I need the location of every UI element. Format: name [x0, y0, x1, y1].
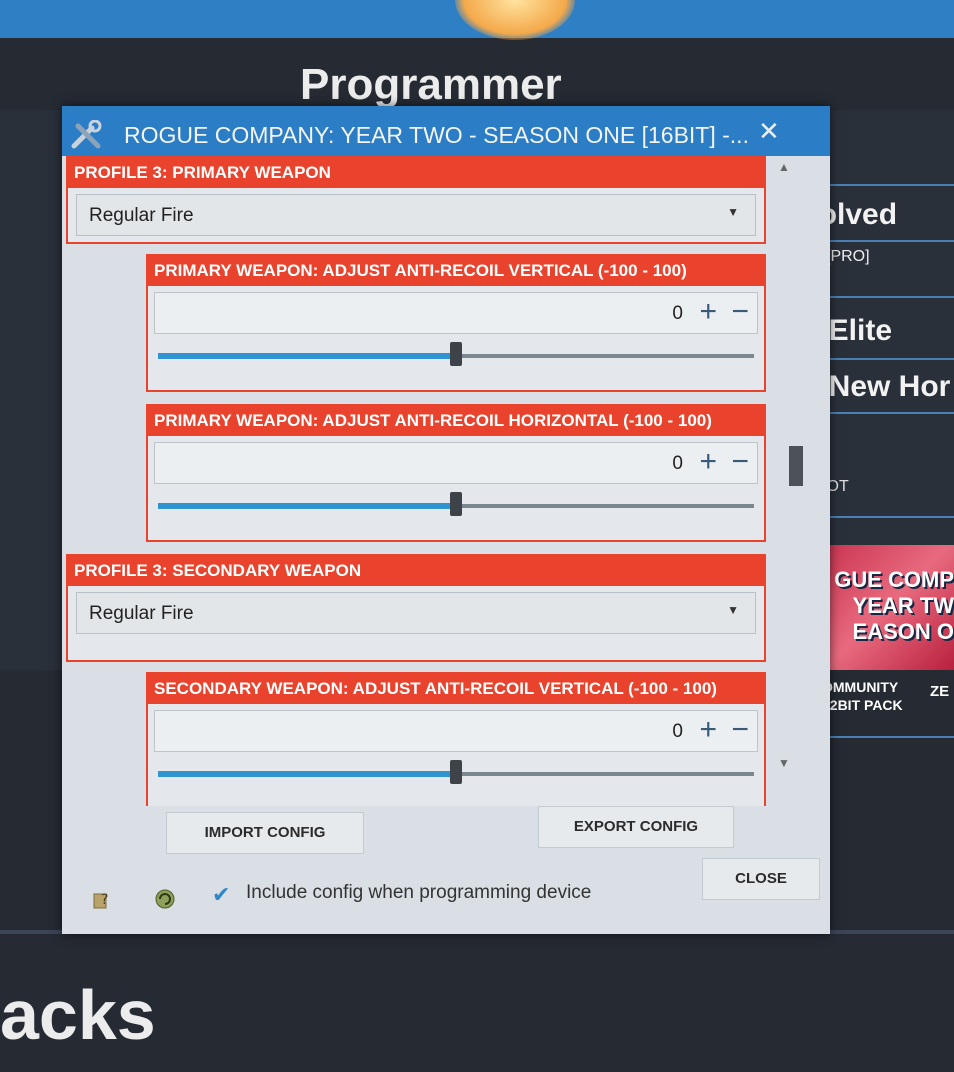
secondary-fire-mode-dropdown[interactable]: Regular Fire ▼ — [76, 592, 756, 634]
game-art-thumbnail[interactable]: GUE COMP YEAR TW EASON O — [818, 545, 954, 670]
secondary-section-heading: PROFILE 3: SECONDARY WEAPON — [68, 556, 764, 586]
primary-section-heading: PROFILE 3: PRIMARY WEAPON — [68, 158, 764, 188]
background-app-title: Programmer — [300, 60, 562, 109]
community-label: OMMUNITY 32BIT PACK — [822, 678, 903, 714]
bg-pro-tag: [PRO] — [826, 248, 870, 265]
slider-fill — [158, 771, 456, 777]
minus-icon[interactable]: − — [731, 295, 749, 329]
secondary-vertical-label: SECONDARY WEAPON: ADJUST ANTI-RECOIL VER… — [148, 674, 764, 704]
chevron-down-icon: ▼ — [727, 603, 739, 617]
anti-recoil-slider[interactable] — [154, 338, 758, 374]
slider-handle[interactable] — [450, 492, 462, 516]
background-section-heading: acks — [0, 976, 156, 1054]
value-display[interactable]: 0 + − — [154, 442, 758, 484]
primary-horizontal-adjust: PRIMARY WEAPON: ADJUST ANTI-RECOIL HORIZ… — [146, 404, 766, 542]
import-config-button[interactable]: IMPORT CONFIG — [166, 812, 364, 854]
checkmark-icon[interactable]: ✔ — [212, 882, 230, 908]
value-text: 0 — [672, 303, 683, 324]
anti-recoil-slider[interactable] — [154, 488, 758, 524]
value-text: 0 — [672, 453, 683, 474]
art-text-2: YEAR TW — [852, 593, 954, 618]
minus-icon[interactable]: − — [731, 713, 749, 747]
plus-icon[interactable]: + — [699, 445, 717, 479]
community-text: OMMUNITY — [822, 679, 899, 695]
dropdown-value: Regular Fire — [89, 603, 194, 624]
chevron-down-icon: ▼ — [727, 205, 739, 219]
secondary-vertical-adjust: SECONDARY WEAPON: ADJUST ANTI-RECOIL VER… — [146, 672, 766, 806]
close-icon[interactable]: ✕ — [758, 116, 780, 147]
value-display[interactable]: 0 + − — [154, 292, 758, 334]
include-config-label[interactable]: Include config when programming device — [246, 882, 591, 904]
anti-recoil-slider[interactable] — [154, 756, 758, 792]
value-text: 0 — [672, 721, 683, 742]
primary-vertical-label: PRIMARY WEAPON: ADJUST ANTI-RECOIL VERTI… — [148, 256, 764, 286]
content-scrollbar[interactable]: ▲ ▼ — [770, 156, 803, 786]
help-icon[interactable]: ? — [92, 888, 114, 910]
art-text-1: GUE COMP — [834, 567, 954, 592]
svg-text:?: ? — [101, 892, 108, 908]
wrench-screwdriver-icon — [68, 119, 114, 150]
slider-fill — [158, 503, 456, 509]
art-text-3: EASON O — [852, 619, 954, 644]
value-display[interactable]: 0 + − — [154, 710, 758, 752]
plus-icon[interactable]: + — [699, 295, 717, 329]
bg-tag: ZE — [930, 683, 950, 700]
scroll-up-icon[interactable]: ▲ — [778, 160, 790, 174]
slider-fill — [158, 353, 456, 359]
pack-text: 32BIT PACK — [822, 697, 903, 713]
scroll-down-icon[interactable]: ▼ — [778, 756, 790, 770]
slider-handle[interactable] — [450, 342, 462, 366]
primary-fire-mode-dropdown[interactable]: Regular Fire ▼ — [76, 194, 756, 236]
dialog-content: PROFILE 3: PRIMARY WEAPON Regular Fire ▼… — [62, 156, 792, 806]
close-button[interactable]: CLOSE — [702, 858, 820, 900]
dropdown-value: Regular Fire — [89, 205, 194, 226]
dialog-titlebar[interactable]: ROGUE COMPANY: YEAR TWO - SEASON ONE [16… — [62, 106, 830, 156]
primary-vertical-adjust: PRIMARY WEAPON: ADJUST ANTI-RECOIL VERTI… — [146, 254, 766, 392]
scroll-thumb[interactable] — [789, 446, 803, 486]
primary-weapon-profile: PROFILE 3: PRIMARY WEAPON Regular Fire ▼ — [66, 156, 766, 244]
primary-horizontal-label: PRIMARY WEAPON: ADJUST ANTI-RECOIL HORIZ… — [148, 406, 764, 436]
minus-icon[interactable]: − — [731, 445, 749, 479]
secondary-weapon-profile: PROFILE 3: SECONDARY WEAPON Regular Fire… — [66, 554, 766, 662]
dialog-title: ROGUE COMPANY: YEAR TWO - SEASON ONE [16… — [124, 122, 749, 148]
export-config-button[interactable]: EXPORT CONFIG — [538, 806, 734, 848]
undo-icon[interactable] — [154, 888, 176, 910]
plus-icon[interactable]: + — [699, 713, 717, 747]
slider-handle[interactable] — [450, 760, 462, 784]
config-dialog: ROGUE COMPANY: YEAR TWO - SEASON ONE [16… — [62, 106, 830, 934]
